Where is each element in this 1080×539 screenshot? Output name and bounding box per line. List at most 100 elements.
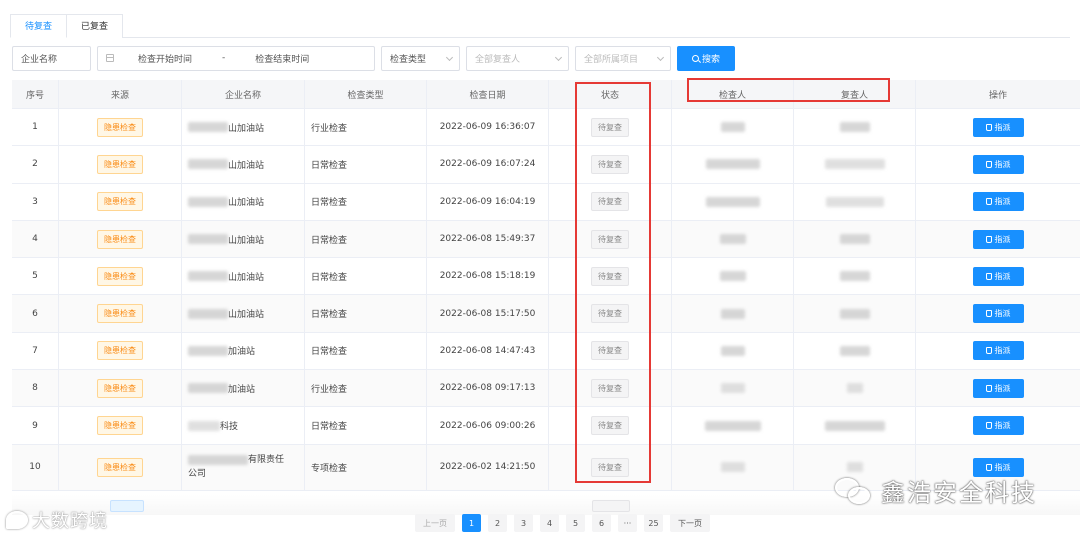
status-cell: 待复查 xyxy=(549,146,672,183)
redacted-text xyxy=(188,196,228,207)
reviewer-cell xyxy=(794,370,916,407)
header-actions: 操作 xyxy=(988,90,1007,101)
reviewer-cell xyxy=(794,258,916,295)
action-cell: 指派 xyxy=(916,146,1080,182)
tab-pending-review[interactable]: 待复查 xyxy=(10,14,68,38)
inspector-cell xyxy=(672,295,794,332)
check-type: 日常检查 xyxy=(305,220,427,258)
redacted-text xyxy=(720,383,745,394)
page-button[interactable]: 2 xyxy=(488,514,507,532)
page-button[interactable]: 1 xyxy=(462,514,481,532)
assign-button[interactable]: 指派 xyxy=(972,304,1024,324)
row-index: 3 xyxy=(12,183,59,220)
hand-icon xyxy=(985,272,992,280)
page-button[interactable]: 4 xyxy=(540,514,559,532)
search-button[interactable]: 搜索 xyxy=(677,45,735,71)
page-button[interactable]: 3 xyxy=(514,514,533,532)
company-name: 科技 xyxy=(220,422,239,433)
page-button[interactable]: 5 xyxy=(566,514,585,532)
header-reviewer: 复查人 xyxy=(794,80,916,108)
hand-icon xyxy=(985,347,992,355)
header-inspector: 检查人 xyxy=(672,80,794,108)
assign-button[interactable]: 指派 xyxy=(972,266,1024,286)
redacted-text xyxy=(188,159,228,170)
redacted-text xyxy=(839,345,870,356)
source-tag: 隐患检查 xyxy=(97,229,143,249)
next-page-button[interactable]: 下一页 xyxy=(670,514,710,532)
chevron-down-icon xyxy=(656,53,665,61)
prev-page-button[interactable]: 上一页 xyxy=(415,514,455,532)
reviewer-cell xyxy=(794,220,916,258)
assign-label: 指派 xyxy=(994,462,1011,472)
redacted-text xyxy=(705,196,760,207)
row-index: 8 xyxy=(12,370,59,407)
source-tag: 隐患检查 xyxy=(97,266,143,286)
end-time-placeholder: 检查结束时间 xyxy=(255,54,310,65)
reviewer-cell xyxy=(794,332,916,370)
redacted-text xyxy=(839,122,870,133)
status-badge: 待复查 xyxy=(591,229,629,249)
source-cell: 隐患检查 xyxy=(59,146,182,183)
source-tag: 隐患检查 xyxy=(97,192,143,212)
check-date: 2022-06-08 15:18:19 xyxy=(427,258,549,295)
check-date: 2022-06-06 09:00:26 xyxy=(427,407,549,444)
redacted-text xyxy=(188,455,248,466)
row-index: 9 xyxy=(12,407,59,444)
assign-label: 指派 xyxy=(994,122,1011,132)
redacted-text xyxy=(188,234,228,245)
inspector-cell xyxy=(672,109,794,146)
page-button[interactable]: 25 xyxy=(644,514,663,532)
tab-reviewed[interactable]: 已复查 xyxy=(67,14,124,38)
status-badge: 待复查 xyxy=(591,378,629,398)
source-tag: 隐患检查 xyxy=(97,378,143,398)
assign-button[interactable]: 指派 xyxy=(972,416,1024,436)
wechat-icon xyxy=(835,476,873,506)
page-button[interactable]: 6 xyxy=(592,514,611,532)
source-cell: 隐患检查 xyxy=(59,332,182,370)
assign-button[interactable]: 指派 xyxy=(972,192,1024,212)
check-type: 行业检查 xyxy=(305,109,427,146)
company-cell: 山加油站 xyxy=(182,109,305,146)
company-name: 山加油站 xyxy=(228,272,265,283)
company-name: 加油站 xyxy=(228,384,256,395)
inspector-cell xyxy=(672,146,794,183)
redacted-text xyxy=(188,345,228,356)
assign-button[interactable]: 指派 xyxy=(972,154,1024,174)
partial-status-badge xyxy=(592,500,630,512)
company-cell: 加油站 xyxy=(182,370,305,407)
inspector-cell xyxy=(672,332,794,370)
assign-label: 指派 xyxy=(994,159,1011,169)
project-select[interactable]: 全部所属项目 xyxy=(575,45,671,71)
assign-label: 指派 xyxy=(994,271,1011,281)
assign-button[interactable]: 指派 xyxy=(972,378,1024,398)
more-pages-ellipsis[interactable]: ··· xyxy=(618,514,637,532)
company-name: 山加油站 xyxy=(228,310,265,321)
reviewer-select[interactable]: 全部复查人 xyxy=(466,45,569,71)
check-type: 日常检查 xyxy=(305,183,427,220)
source-cell: 隐患检查 xyxy=(59,444,182,490)
start-time-placeholder: 检查开始时间 xyxy=(138,54,193,65)
reviewer-cell xyxy=(794,109,916,146)
source-cell: 隐患检查 xyxy=(59,109,182,146)
status-cell: 待复查 xyxy=(549,220,672,258)
check-type-select[interactable]: 检查类型 xyxy=(381,45,460,71)
check-date: 2022-06-08 15:49:37 xyxy=(427,220,549,258)
date-range-picker[interactable]: 检查开始时间 - 检查结束时间 xyxy=(97,45,375,71)
table-header: 序号 来源 企业名称 检查类型 检查日期 状态 检查人 复查人 操作 xyxy=(12,80,1080,109)
assign-button[interactable]: 指派 xyxy=(972,341,1024,361)
status-cell: 待复查 xyxy=(549,183,672,220)
status-badge: 待复查 xyxy=(591,457,629,477)
search-icon xyxy=(691,54,699,62)
assign-label: 指派 xyxy=(994,421,1011,431)
company-name: 加油站 xyxy=(228,347,256,358)
assign-button[interactable]: 指派 xyxy=(972,229,1024,249)
watermark-left: 大数跨境 xyxy=(6,507,108,533)
redacted-text xyxy=(720,122,745,133)
header-index: 序号 xyxy=(12,80,59,108)
table-row: 1 隐患检查 山加油站 行业检查 2022-06-09 16:36:07 待复查… xyxy=(12,109,1080,147)
source-cell: 隐患检查 xyxy=(59,183,182,220)
check-date: 2022-06-09 16:36:07 xyxy=(427,109,549,146)
company-name-input[interactable]: 企业名称 xyxy=(12,45,91,71)
header-status: 状态 xyxy=(549,80,672,108)
assign-button[interactable]: 指派 xyxy=(972,117,1024,137)
